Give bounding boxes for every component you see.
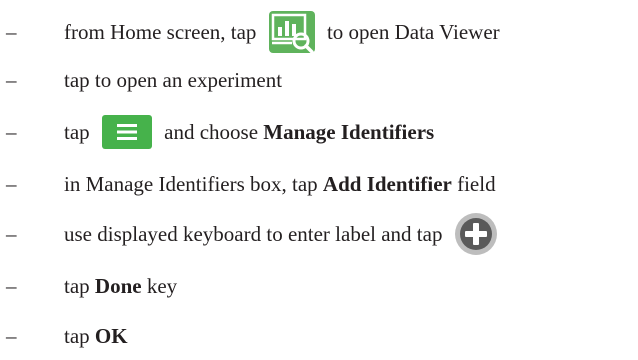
step-text-segment: use displayed keyboard to enter label an…	[64, 221, 448, 246]
list-bullet: –	[6, 67, 17, 92]
step-keyword: Add Identifier	[322, 171, 452, 196]
list-item: – tap OK	[0, 312, 638, 360]
step-text: in Manage Identifiers box, tap Add Ident…	[64, 171, 496, 196]
list-item: – in Manage Identifiers box, tap Add Iden…	[0, 160, 638, 208]
step-text: use displayed keyboard to enter label an…	[64, 212, 504, 256]
list-bullet: –	[6, 19, 17, 44]
step-text-segment: key	[141, 273, 178, 298]
list-item: – from Home screen, tap to open Data View…	[0, 8, 638, 56]
list-item: – use displayed keyboard to enter label a…	[0, 210, 638, 258]
step-text-segment: to open Data Viewer	[321, 19, 500, 44]
step-text: tap to open an experiment	[64, 67, 283, 92]
step-text: tap Done key	[64, 273, 178, 298]
add-circle-icon	[454, 213, 497, 255]
step-text: tap and choose Manage Identifiers	[64, 114, 434, 150]
list-bullet: –	[6, 323, 17, 348]
list-item: – tap Done key	[0, 262, 638, 310]
step-text-segment: field	[451, 171, 496, 196]
menu-icon	[101, 115, 152, 149]
list-item: – tap to open an experiment	[0, 56, 638, 104]
list-bullet: –	[6, 273, 17, 298]
list-bullet: –	[6, 221, 17, 246]
step-text-segment: tap	[64, 119, 95, 144]
step-text-segment: in Manage Identifiers box, tap	[64, 171, 323, 196]
step-text-segment: from Home screen, tap	[64, 19, 262, 44]
list-item: – tap and choose Manage Identifiers	[0, 108, 638, 156]
step-text-segment: and choose	[158, 119, 264, 144]
list-bullet: –	[6, 171, 17, 196]
step-text-segment: tap to open an experiment	[64, 67, 283, 92]
step-text: from Home screen, tap to open Data Viewe…	[64, 10, 500, 54]
step-keyword: Manage Identifiers	[263, 119, 435, 144]
data-viewer-icon	[268, 11, 315, 54]
step-text-segment: tap	[64, 323, 95, 348]
step-keyword: Done	[94, 273, 142, 298]
step-text-segment: tap	[64, 273, 95, 298]
step-keyword: OK	[94, 323, 128, 348]
list-bullet: –	[6, 119, 17, 144]
step-text: tap OK	[64, 323, 128, 348]
instruction-list: – from Home screen, tap to open Data View…	[0, 0, 638, 358]
